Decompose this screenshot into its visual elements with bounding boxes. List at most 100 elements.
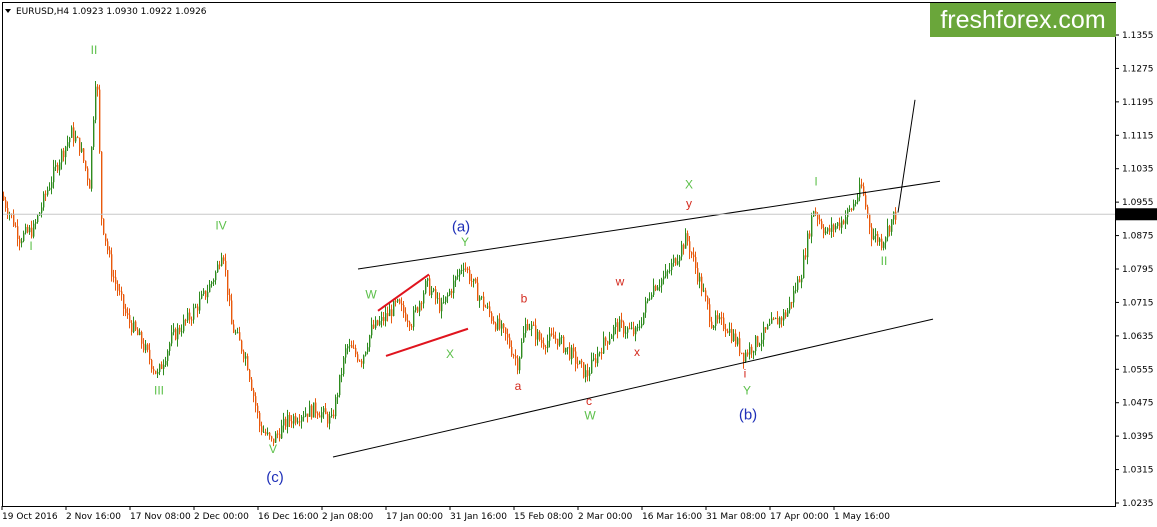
candle-body — [187, 312, 189, 321]
candle-body — [499, 318, 501, 329]
candle-body — [869, 214, 871, 228]
candle-body — [317, 413, 319, 416]
time-tick-label: 1 May 16:00 — [834, 512, 890, 522]
candle-body — [843, 220, 845, 224]
candle-body — [503, 323, 505, 328]
candle-body — [221, 257, 223, 266]
brand-logo-text: freshforex.com — [940, 6, 1105, 34]
candle-body — [389, 309, 391, 317]
candle-body — [105, 233, 107, 242]
candle-body — [465, 268, 467, 270]
candle-body — [415, 307, 417, 311]
candle-body — [223, 257, 225, 261]
candle-body — [395, 300, 397, 302]
candle-body — [91, 146, 93, 189]
candle-body — [77, 137, 79, 139]
candle-body — [711, 321, 713, 329]
candle-body — [657, 287, 659, 291]
candle-body — [85, 160, 87, 169]
candle-body — [323, 408, 325, 413]
candle-body — [209, 284, 211, 293]
candle-body — [129, 315, 131, 323]
candle-body — [165, 360, 167, 365]
candle-body — [83, 148, 85, 161]
candle-body — [111, 254, 113, 277]
candle-body — [741, 352, 743, 354]
candle-body — [427, 278, 429, 281]
candle-body — [723, 317, 725, 330]
candle-body — [685, 233, 687, 249]
symbol-ohlc-label: EURUSD,H4 1.0923 1.0930 1.0922 1.0926 — [16, 7, 207, 17]
candle-body — [325, 408, 327, 415]
candle-body — [613, 326, 615, 336]
candle-body — [687, 233, 689, 242]
candle-body — [109, 250, 111, 255]
candle-body — [361, 360, 363, 364]
candle-body — [643, 312, 645, 324]
candle-body — [677, 261, 679, 265]
candle-body — [511, 346, 513, 356]
wave-label: I — [29, 239, 32, 253]
candle-body — [377, 320, 379, 325]
candle-body — [57, 164, 59, 171]
candle-body — [371, 324, 373, 336]
candle-body — [621, 319, 623, 323]
candle-body — [779, 317, 781, 325]
candle-body — [545, 346, 547, 349]
candle-body — [589, 373, 591, 376]
candle-body — [45, 193, 47, 195]
candle-body — [423, 293, 425, 304]
candle-body — [755, 336, 757, 352]
candle-body — [193, 307, 195, 320]
candle-body — [853, 203, 855, 210]
candle-body — [69, 137, 71, 143]
candle-body — [321, 412, 323, 418]
candle-body — [715, 315, 717, 326]
candle-body — [71, 127, 73, 138]
candle-body — [567, 347, 569, 349]
candle-body — [327, 414, 329, 424]
candle-body — [895, 211, 897, 220]
candle-body — [215, 272, 217, 281]
candle-body — [729, 328, 731, 333]
candle-body — [529, 328, 531, 330]
candle-body — [141, 332, 143, 344]
candle-body — [301, 416, 303, 422]
candle-body — [173, 329, 175, 333]
chart-canvas[interactable]: IIIIIIIVV(c)WX(a)YbacWwxXyiY(b)III 1.135… — [0, 0, 1157, 527]
candle-body — [353, 347, 355, 349]
candle-body — [701, 276, 703, 292]
candle-body — [877, 233, 879, 242]
chart-window[interactable]: II I III IV V (c) W X (a) Yb a c Ww x Xy i Y (b) I II 1.135… — [0, 0, 1157, 527]
candle-body — [49, 187, 51, 190]
candle-body — [73, 127, 75, 142]
candle-body — [225, 260, 227, 270]
candle-body — [41, 207, 43, 213]
candle-body — [727, 330, 729, 333]
wave-label: II — [91, 43, 98, 57]
candle-body — [163, 364, 165, 369]
candle-body — [457, 275, 459, 277]
candle-body — [459, 270, 461, 276]
plot-area — [2, 2, 1116, 507]
candle-body — [47, 189, 49, 195]
candle-body — [791, 302, 793, 304]
candle-body — [673, 258, 675, 263]
candle-body — [625, 332, 627, 334]
candle-body — [135, 321, 137, 330]
candle-body — [891, 219, 893, 232]
candle-body — [315, 402, 317, 414]
candle-body — [879, 238, 881, 242]
candle-body — [663, 276, 665, 280]
wave-label: V — [269, 442, 277, 456]
candle-body — [475, 278, 477, 283]
wave-label: Y — [461, 235, 469, 249]
candle-body — [651, 294, 653, 299]
candle-body — [205, 290, 207, 298]
candle-body — [363, 355, 365, 364]
candle-body — [681, 244, 683, 257]
candle-body — [817, 214, 819, 220]
candle-body — [721, 317, 723, 319]
wave-label: (b) — [739, 406, 757, 423]
candle-body — [181, 331, 183, 333]
